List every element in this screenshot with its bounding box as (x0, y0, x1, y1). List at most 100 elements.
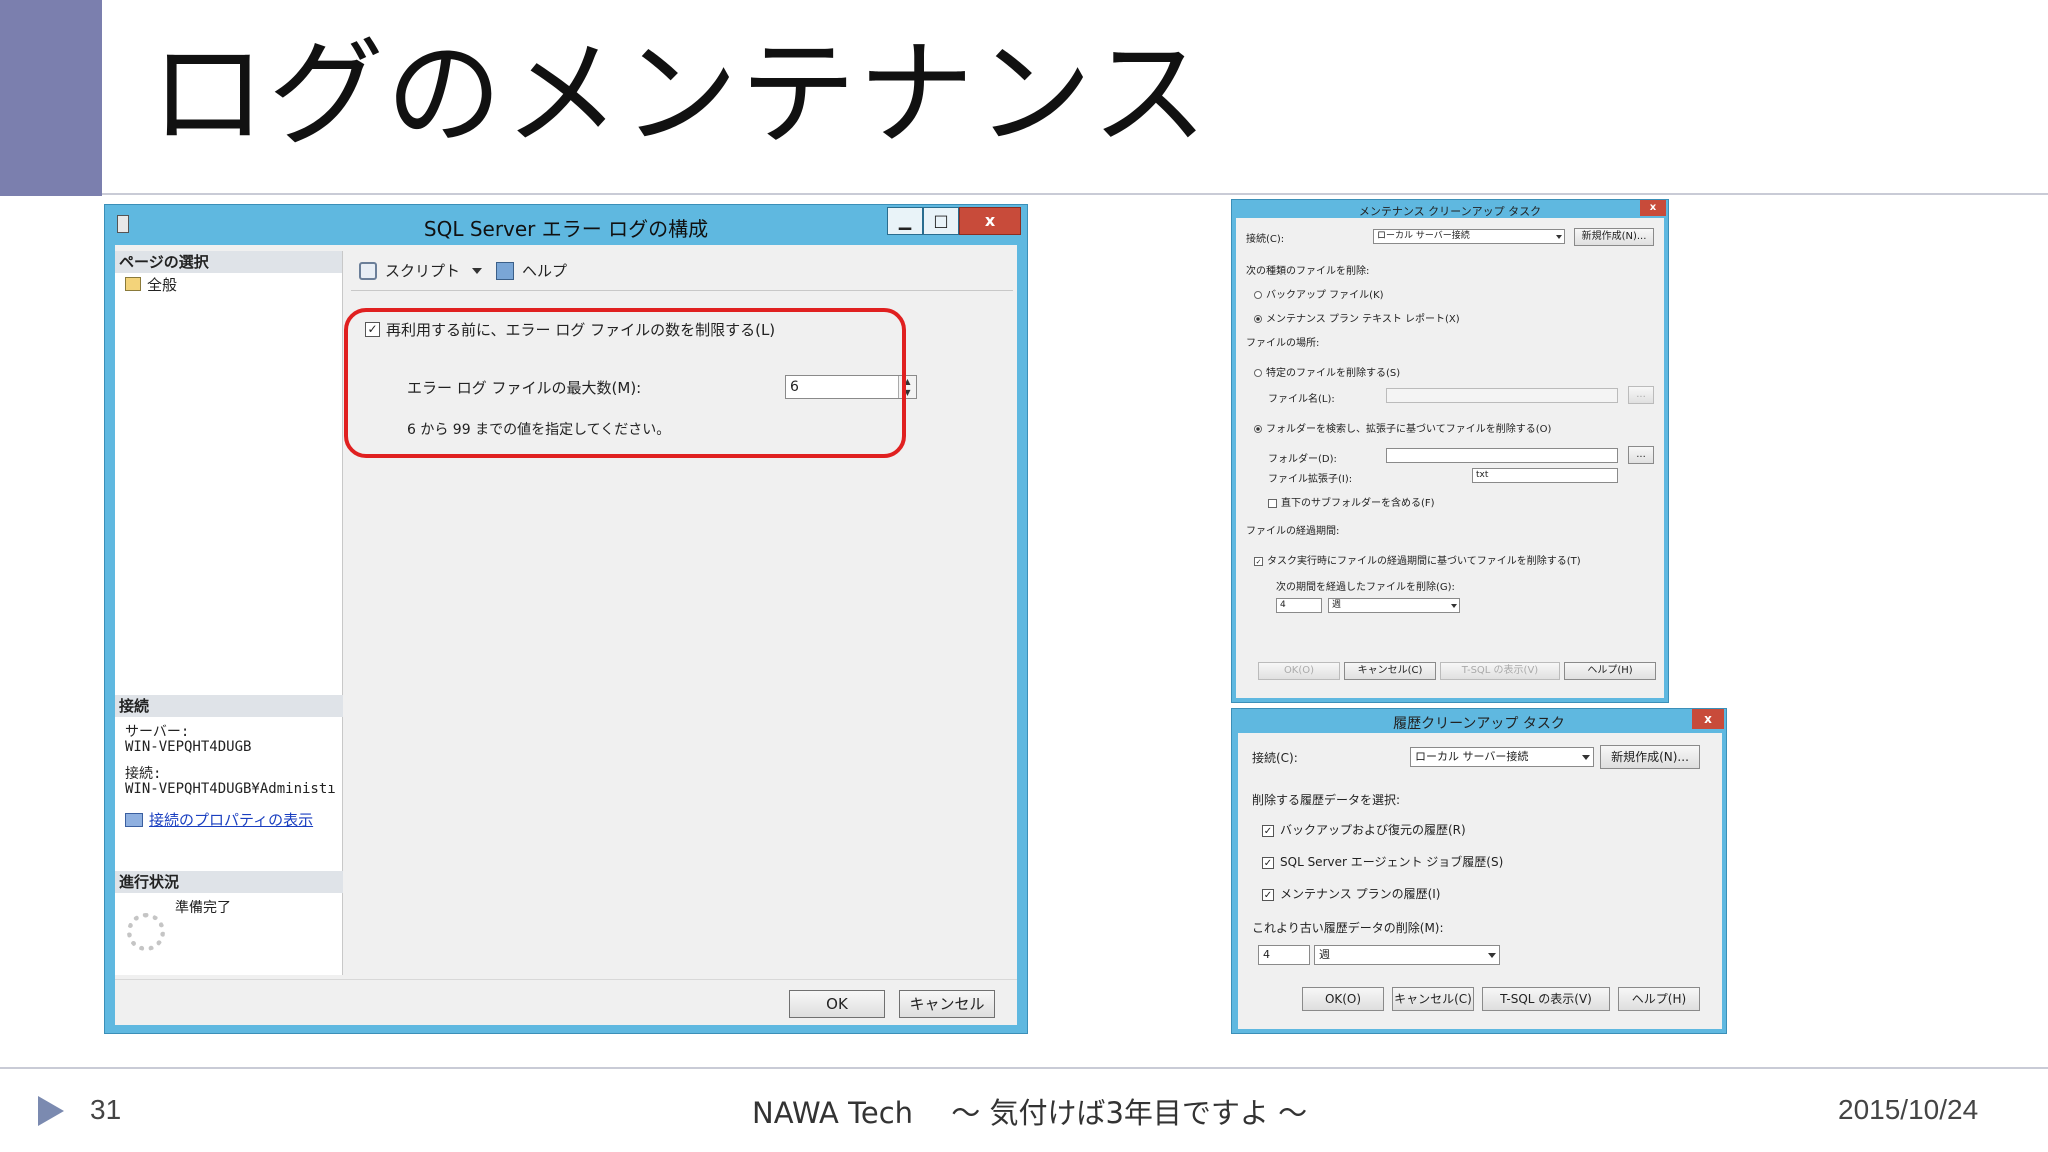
progress-spinner-icon (127, 913, 165, 951)
cleanup-new-button[interactable]: 新規作成(N)... (1574, 228, 1654, 246)
cleanup-dialog-title: メンテナンス クリーンアップ タスク (1358, 205, 1542, 218)
file-name-input[interactable] (1386, 388, 1618, 403)
cleanup-close-button[interactable]: x (1640, 200, 1666, 216)
minimize-button[interactable]: ▁ (887, 207, 923, 235)
dialog-button-bar: OK キャンセル (115, 979, 1017, 1025)
sidebar-item-general[interactable]: 全般 (115, 273, 342, 294)
older-than-label: 次の期間を経過したファイルを削除(G): (1276, 582, 1455, 593)
radio-icon (1254, 291, 1262, 299)
history-help-button[interactable]: ヘルプ(H) (1618, 987, 1700, 1011)
server-label: サーバー: (125, 724, 190, 740)
maintenance-cleanup-dialog: メンテナンス クリーンアップ タスク x 接続(C): ローカル サーバー接続 … (1231, 199, 1669, 703)
folder-label: フォルダー(D): (1268, 454, 1337, 465)
cancel-button[interactable]: キャンセル (899, 990, 995, 1018)
specific-file-option[interactable]: 特定のファイルを削除する(S) (1254, 364, 1400, 379)
progress-section: 進行状況 準備完了 (115, 871, 343, 951)
script-button[interactable]: スクリプト (385, 260, 460, 281)
plan-history-option[interactable]: ✓ メンテナンス プランの履歴(I) (1262, 885, 1440, 902)
history-age-unit-select[interactable]: 週 (1314, 945, 1500, 965)
folder-browse-button[interactable]: ... (1628, 446, 1654, 464)
connection-section: 接続 サーバー: WIN-VEPQHT4DUGB 接続: WIN-VEPQHT4… (115, 695, 343, 830)
radio-icon (1254, 369, 1262, 377)
footer-text: NAWA Tech ～ 気付けば3年目ですよ ～ (752, 1096, 1308, 1130)
cleanup-connection-label: 接続(C): (1246, 234, 1285, 245)
radio-selected-icon (1254, 425, 1262, 433)
help-icon (496, 261, 515, 280)
delete-by-age-option[interactable]: ✓ タスク実行時にファイルの経過期間に基づいてファイルを削除する(T) (1254, 552, 1581, 567)
script-dropdown-icon[interactable] (472, 267, 483, 274)
connection-properties-link[interactable]: 接続のプロパティの表示 (115, 809, 343, 830)
chevron-down-icon (1556, 235, 1562, 239)
play-arrow-icon (38, 1096, 64, 1126)
history-older-than-label: これより古い履歴データの削除(M): (1252, 921, 1444, 935)
cleanup-ok-button[interactable]: OK(O) (1258, 662, 1340, 680)
server-value: WIN-VEPQHT4DUGB (125, 739, 252, 755)
chevron-down-icon (1582, 755, 1590, 760)
page-number: 31 (90, 1094, 122, 1125)
sidebar-item-label: 全般 (147, 275, 178, 294)
file-age-header: ファイルの経過期間: (1246, 526, 1340, 537)
checkbox-checked-icon: ✓ (1254, 556, 1263, 566)
progress-header: 進行状況 (115, 871, 343, 893)
slide-title: ログのメンテナンス (150, 27, 1210, 162)
checkbox-checked-icon: ✓ (1262, 856, 1274, 869)
chevron-down-icon (1488, 953, 1496, 958)
history-dialog-client: 接続(C): ローカル サーバー接続 新規作成(N)... 削除する履歴データを… (1238, 733, 1722, 1029)
title-accent-block (0, 0, 102, 196)
search-folder-option[interactable]: フォルダーを検索し、拡張子に基づいてファイルを削除する(O) (1254, 420, 1551, 435)
radio-selected-icon (1254, 315, 1262, 323)
history-tsql-button[interactable]: T-SQL の表示(V) (1482, 987, 1610, 1011)
history-new-button[interactable]: 新規作成(N)... (1600, 745, 1700, 769)
extension-input[interactable]: txt (1472, 468, 1618, 483)
report-files-option[interactable]: メンテナンス プラン テキスト レポート(X) (1254, 310, 1460, 325)
history-connection-label: 接続(C): (1252, 751, 1298, 765)
cleanup-tsql-button[interactable]: T-SQL の表示(V) (1440, 662, 1560, 680)
history-close-button[interactable]: x (1692, 709, 1724, 729)
connection-properties-label: 接続のプロパティの表示 (149, 811, 314, 829)
file-name-label: ファイル名(L): (1268, 394, 1335, 405)
checkbox-checked-icon: ✓ (1262, 888, 1274, 901)
backup-files-option[interactable]: バックアップ ファイル(K) (1254, 286, 1384, 301)
page-icon (125, 277, 141, 291)
history-select-header: 削除する履歴データを選択: (1252, 793, 1401, 807)
chevron-down-icon (1451, 604, 1457, 608)
agent-history-option[interactable]: ✓ SQL Server エージェント ジョブ履歴(S) (1262, 853, 1503, 870)
age-value-stepper[interactable]: 4 (1276, 598, 1322, 613)
extension-label: ファイル拡張子(I): (1268, 474, 1353, 485)
sidebar: ページの選択 全般 接続 サーバー: WIN-VEPQHT4DUGB 接続: W… (115, 251, 343, 975)
connection-header: 接続 (115, 695, 343, 717)
history-connection-select[interactable]: ローカル サーバー接続 (1410, 747, 1594, 767)
dialog-titlebar[interactable]: SQL Server エラー ログの構成 ▁ □ x (105, 205, 1027, 245)
footer-divider (0, 1067, 2048, 1069)
cleanup-cancel-button[interactable]: キャンセル(C) (1344, 662, 1436, 680)
file-browse-button[interactable]: ... (1628, 386, 1654, 404)
title-divider (102, 193, 2048, 195)
history-age-stepper[interactable]: 4 (1258, 945, 1310, 965)
cleanup-connection-select[interactable]: ローカル サーバー接続 (1373, 229, 1565, 244)
properties-icon (125, 812, 143, 827)
include-subfolders-option[interactable]: 直下のサブフォルダーを含める(F) (1268, 494, 1435, 509)
history-dialog-title: 履歴クリーンアップ タスク (1393, 716, 1565, 732)
ok-button[interactable]: OK (789, 990, 885, 1018)
checkbox-icon (1268, 498, 1277, 508)
history-cleanup-dialog: 履歴クリーンアップ タスク x 接続(C): ローカル サーバー接続 新規作成(… (1231, 708, 1727, 1034)
maximize-button[interactable]: □ (923, 207, 959, 235)
footer-date: 2015/10/24 (1838, 1094, 1979, 1125)
delete-type-header: 次の種類のファイルを削除: (1246, 266, 1370, 277)
connection-value: WIN-VEPQHT4DUGB¥Administı (125, 781, 336, 797)
close-button[interactable]: x (959, 207, 1021, 235)
history-cancel-button[interactable]: キャンセル(C) (1392, 987, 1474, 1011)
page-select-header: ページの選択 (115, 251, 342, 273)
folder-input[interactable] (1386, 448, 1618, 463)
file-location-header: ファイルの場所: (1246, 338, 1320, 349)
age-unit-select[interactable]: 週 (1328, 598, 1460, 613)
connection-label: 接続: (125, 766, 162, 782)
script-icon (359, 261, 377, 280)
cleanup-dialog-client: 接続(C): ローカル サーバー接続 新規作成(N)... 次の種類のファイルを… (1236, 218, 1664, 698)
cleanup-help-button[interactable]: ヘルプ(H) (1564, 662, 1656, 680)
help-button[interactable]: ヘルプ (522, 260, 567, 281)
highlight-annotation (344, 308, 906, 458)
checkbox-checked-icon: ✓ (1262, 824, 1274, 837)
history-ok-button[interactable]: OK(O) (1302, 987, 1384, 1011)
backup-history-option[interactable]: ✓ バックアップおよび復元の履歴(R) (1262, 821, 1466, 838)
